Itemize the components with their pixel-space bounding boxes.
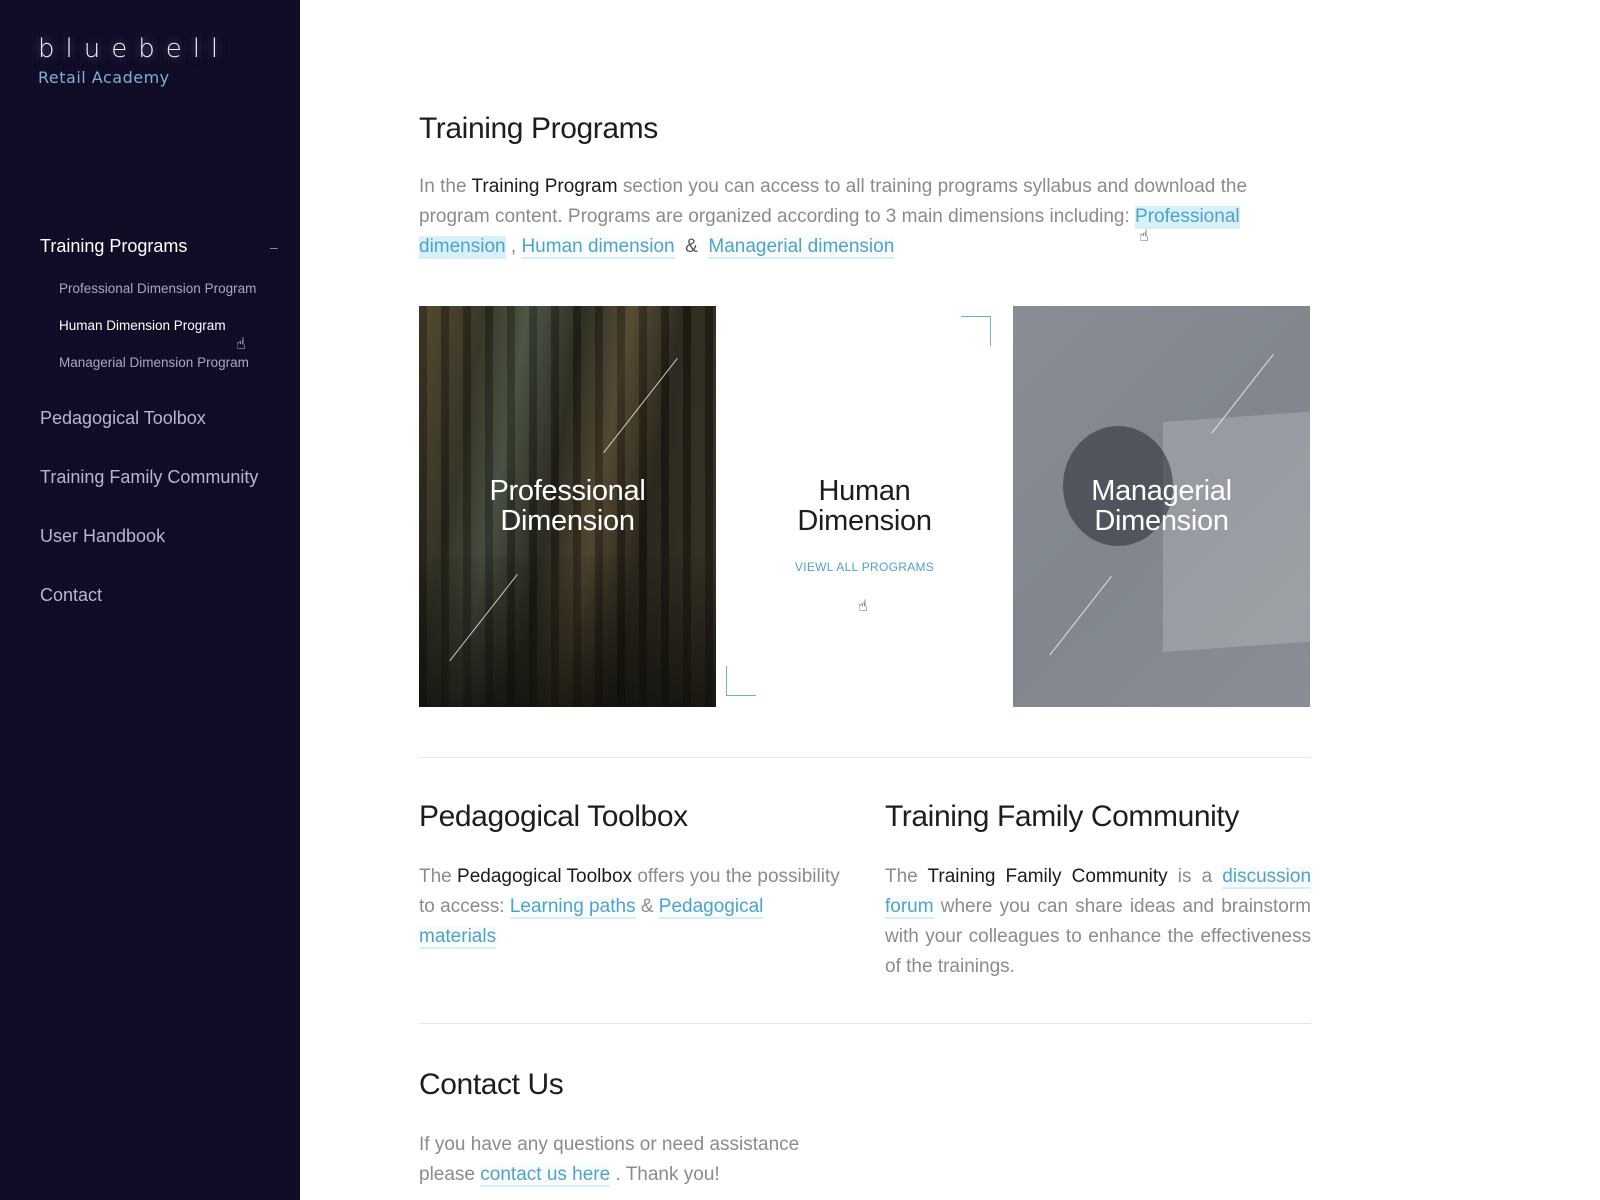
card-image-shade [419, 557, 716, 707]
pointer-cursor-icon: ☝ [236, 336, 246, 353]
managerial-dimension-card[interactable]: Managerial Dimension [1013, 306, 1310, 707]
human-dimension-card[interactable]: Human Dimension VIEWL ALL PROGRAMS ☝ [716, 306, 1013, 707]
training-programs-title: Training Programs [419, 112, 658, 145]
ampersand-separator: & [674, 236, 709, 257]
pointer-cursor-icon: ☝ [1139, 228, 1149, 245]
pedagogical-toolbox-title: Pedagogical Toolbox [419, 800, 688, 833]
sidebar-nav: Training Programs – Professional Dimensi… [40, 236, 280, 644]
sidebar: bluebell Retail Academy Training Program… [0, 0, 300, 1200]
toolbox-text: The [419, 866, 458, 887]
intro-strong: Training Program [471, 176, 618, 197]
professional-dimension-card[interactable]: Professional Dimension [419, 306, 716, 707]
brand-name: bluebell [38, 34, 230, 64]
contact-section: Contact Us If you have any questions or … [419, 1068, 839, 1190]
card-title: Human Dimension [716, 476, 1013, 536]
community-text: The [885, 866, 928, 887]
intro-text: In the [419, 176, 472, 197]
learning-paths-link[interactable]: Learning paths [509, 896, 636, 919]
card-title-line: Professional [489, 475, 646, 507]
pedagogical-toolbox-section: Pedagogical Toolbox The Pedagogical Tool… [419, 800, 845, 952]
sidebar-item-training-programs-row: Training Programs – [40, 236, 280, 257]
toolbox-strong: Pedagogical Toolbox [457, 866, 633, 887]
training-programs-section: Training Programs In the Training Progra… [419, 112, 1311, 262]
diagonal-line-decoration [1049, 576, 1112, 656]
card-title: Managerial Dimension [1013, 476, 1310, 536]
sidebar-subitem-human[interactable]: Human Dimension Program [59, 318, 280, 333]
community-text-3: where you can share ideas and brainstorm… [885, 896, 1311, 977]
training-family-community-section: Training Family Community The Training F… [885, 800, 1312, 982]
brand-subtitle: Retail Academy [38, 68, 170, 87]
comma-separator: , [505, 236, 522, 257]
training-family-community-text: The Training Family Community is a discu… [885, 862, 1312, 982]
sidebar-item-training-programs[interactable]: Training Programs [40, 236, 187, 257]
training-programs-intro: In the Training Program section you can … [419, 172, 1311, 262]
card-title-line: Dimension [500, 505, 635, 537]
contact-text: If you have any questions or need assist… [419, 1130, 839, 1190]
sidebar-item-contact[interactable]: Contact [40, 585, 280, 606]
dimension-cards: Professional Dimension Human Dimension V… [419, 306, 1311, 707]
collapse-icon[interactable]: – [270, 239, 280, 255]
card-title-line: Dimension [1094, 505, 1229, 537]
contact-title: Contact Us [419, 1068, 564, 1101]
ampersand-separator: & [635, 896, 659, 917]
sidebar-subitem-managerial[interactable]: Managerial Dimension Program [59, 355, 280, 370]
brand-logo[interactable]: bluebell Retail Academy [38, 34, 229, 87]
corner-bracket-decoration [961, 316, 991, 346]
sidebar-subitem-professional[interactable]: Professional Dimension Program [59, 281, 280, 296]
contact-us-link[interactable]: contact us here [480, 1164, 611, 1187]
sidebar-item-user-handbook[interactable]: User Handbook [40, 526, 280, 547]
managerial-dimension-link[interactable]: Managerial dimension [708, 236, 895, 259]
training-family-community-title: Training Family Community [885, 800, 1239, 833]
pedagogical-toolbox-text: The Pedagogical Toolbox offers you the p… [419, 862, 845, 952]
pointer-cursor-icon: ☝ [858, 598, 868, 615]
view-all-programs-link[interactable]: VIEWL ALL PROGRAMS [716, 560, 1013, 574]
card-title-line: Dimension [797, 505, 932, 537]
community-text-2: is a [1167, 866, 1223, 887]
sidebar-item-pedagogical-toolbox[interactable]: Pedagogical Toolbox [40, 408, 280, 429]
contact-text-2: . Thank you! [610, 1164, 720, 1185]
card-title: Professional Dimension [419, 476, 716, 536]
human-dimension-link[interactable]: Human dimension [521, 236, 675, 259]
sidebar-subnav: Professional Dimension Program Human Dim… [59, 281, 280, 370]
corner-bracket-decoration [726, 666, 756, 696]
sidebar-item-training-family-community[interactable]: Training Family Community [40, 467, 280, 488]
card-title-line: Human [818, 475, 911, 507]
section-divider [419, 757, 1311, 758]
card-title-line: Managerial [1091, 475, 1232, 507]
community-strong: Training Family Community [927, 866, 1168, 887]
section-divider [419, 1023, 1311, 1024]
